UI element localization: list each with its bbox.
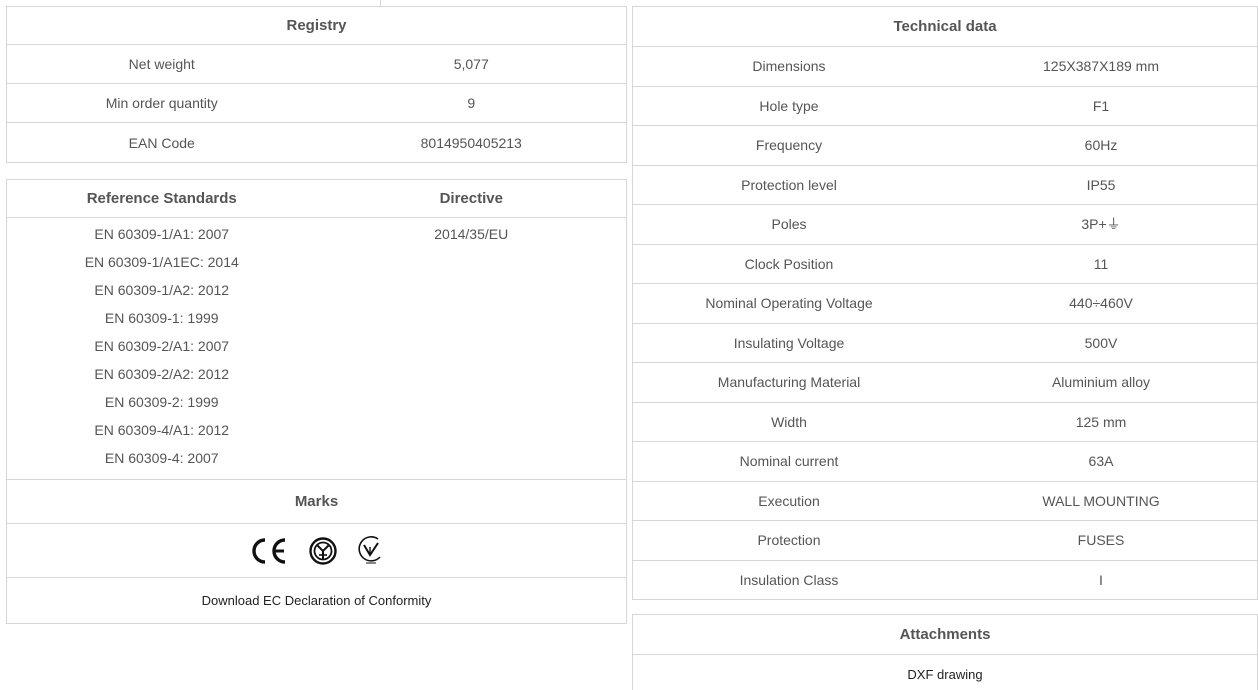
technical-value: 125 mm bbox=[1075, 413, 1127, 430]
technical-value: I bbox=[1099, 572, 1103, 589]
technical-label: Frequency bbox=[755, 137, 823, 154]
technical-label: Dimensions bbox=[752, 58, 826, 75]
standard-item: EN 60309-2: 1999 bbox=[104, 394, 219, 410]
technical-row: Poles 3P+⏚ bbox=[633, 205, 1257, 245]
marks-title: Marks bbox=[7, 480, 626, 524]
technical-label: Protection bbox=[757, 532, 821, 549]
standard-item: EN 60309-1/A1: 2007 bbox=[94, 226, 230, 242]
technical-value: 60Hz bbox=[1084, 137, 1118, 154]
technical-value: FUSES bbox=[1077, 532, 1125, 549]
attachments-panel: Attachments DXF drawing bbox=[632, 614, 1258, 690]
technical-value: 63A bbox=[1088, 453, 1114, 470]
technical-value: 11 bbox=[1093, 255, 1109, 272]
standard-item: EN 60309-1/A2: 2012 bbox=[94, 282, 230, 298]
technical-row: Hole type F1 bbox=[633, 87, 1257, 126]
attachments-title: Attachments bbox=[633, 615, 1257, 655]
technical-value: F1 bbox=[1092, 97, 1110, 114]
standard-item: EN 60309-1: 1999 bbox=[104, 310, 219, 326]
technical-value: 3P+⏚ bbox=[1081, 216, 1121, 233]
technical-row: Nominal current 63A bbox=[633, 442, 1257, 482]
technical-label: Clock Position bbox=[744, 255, 834, 272]
technical-label: Execution bbox=[758, 492, 820, 509]
technical-row: Frequency 60Hz bbox=[633, 126, 1257, 166]
dxf-drawing-link[interactable]: DXF drawing bbox=[633, 655, 1257, 690]
technical-label: Insulating Voltage bbox=[733, 334, 845, 351]
directive-item: 2014/35/EU bbox=[434, 226, 509, 242]
technical-row: Manufacturing Material Aluminium alloy bbox=[633, 363, 1257, 403]
technical-label: Protection level bbox=[741, 176, 837, 193]
standard-item: EN 60309-2/A1: 2007 bbox=[94, 338, 230, 354]
technical-row: Protection level IP55 bbox=[633, 166, 1257, 205]
technical-label: Manufacturing Material bbox=[717, 374, 861, 391]
standards-header: Reference Standards Directive bbox=[7, 180, 626, 218]
technical-row: Protection FUSES bbox=[633, 521, 1257, 561]
standard-item: EN 60309-4: 2007 bbox=[104, 450, 219, 466]
directive-title: Directive bbox=[439, 190, 503, 207]
technical-label: Nominal current bbox=[739, 453, 839, 470]
registry-title: Registry bbox=[7, 7, 626, 45]
standards-list: EN 60309-1/A1: 2007 EN 60309-1/A1EC: 201… bbox=[7, 220, 317, 479]
registry-label: EAN Code bbox=[128, 134, 195, 151]
registry-row: Min order quantity 9 bbox=[7, 84, 626, 123]
technical-row: Execution WALL MOUNTING bbox=[633, 482, 1257, 521]
registry-label: Net weight bbox=[128, 56, 195, 72]
technical-label: Poles bbox=[771, 216, 807, 233]
technical-value: 125X387X189 mm bbox=[1043, 58, 1159, 75]
standards-panel: Reference Standards Directive EN 60309-1… bbox=[6, 179, 627, 624]
technical-data-panel: Technical data Dimensions 125X387X189 mm … bbox=[632, 6, 1258, 600]
technical-value: 500V bbox=[1084, 334, 1118, 351]
standard-item: EN 60309-1/A1EC: 2014 bbox=[84, 254, 239, 270]
technical-row: Nominal Operating Voltage 440÷460V bbox=[633, 284, 1257, 324]
registry-value: 8014950405213 bbox=[420, 134, 522, 151]
registry-row: Net weight 5,077 bbox=[7, 45, 626, 84]
technical-row: Insulation Class I bbox=[633, 561, 1257, 601]
technical-label: Width bbox=[771, 413, 807, 430]
marks-row bbox=[7, 524, 626, 578]
technical-data-title: Technical data bbox=[633, 7, 1257, 47]
registry-row: EAN Code 8014950405213 bbox=[7, 123, 626, 162]
registry-panel: Registry Net weight 5,077 Min order quan… bbox=[6, 6, 627, 163]
technical-row: Insulating Voltage 500V bbox=[633, 324, 1257, 363]
technical-label: Hole type bbox=[759, 97, 819, 114]
technical-value: WALL MOUNTING bbox=[1042, 492, 1160, 509]
download-ec-declaration-link[interactable]: Download EC Declaration of Conformity bbox=[7, 578, 626, 623]
standards-body: EN 60309-1/A1: 2007 EN 60309-1/A1EC: 201… bbox=[7, 218, 626, 480]
standard-item: EN 60309-2/A2: 2012 bbox=[94, 366, 230, 382]
registry-value: 9 bbox=[467, 95, 476, 111]
technical-label: Nominal Operating Voltage bbox=[705, 295, 873, 312]
technical-row: Width 125 mm bbox=[633, 403, 1257, 442]
technical-value: Aluminium alloy bbox=[1051, 374, 1151, 391]
ce-mark-icon bbox=[251, 537, 285, 564]
technical-value: IP55 bbox=[1086, 176, 1116, 193]
standard-item: EN 60309-4/A1: 2012 bbox=[94, 422, 230, 438]
registry-label: Min order quantity bbox=[105, 95, 218, 111]
technical-row: Clock Position 11 bbox=[633, 245, 1257, 284]
technical-label: Insulation Class bbox=[739, 572, 839, 589]
technical-row: Dimensions 125X387X189 mm bbox=[633, 47, 1257, 87]
eac-mark-icon bbox=[357, 535, 381, 564]
technical-value: 440÷460V bbox=[1069, 295, 1133, 312]
registry-value: 5,077 bbox=[453, 56, 489, 72]
imq-mark-icon bbox=[308, 536, 337, 565]
directive-list: 2014/35/EU bbox=[317, 220, 627, 479]
reference-standards-title: Reference Standards bbox=[86, 190, 237, 207]
